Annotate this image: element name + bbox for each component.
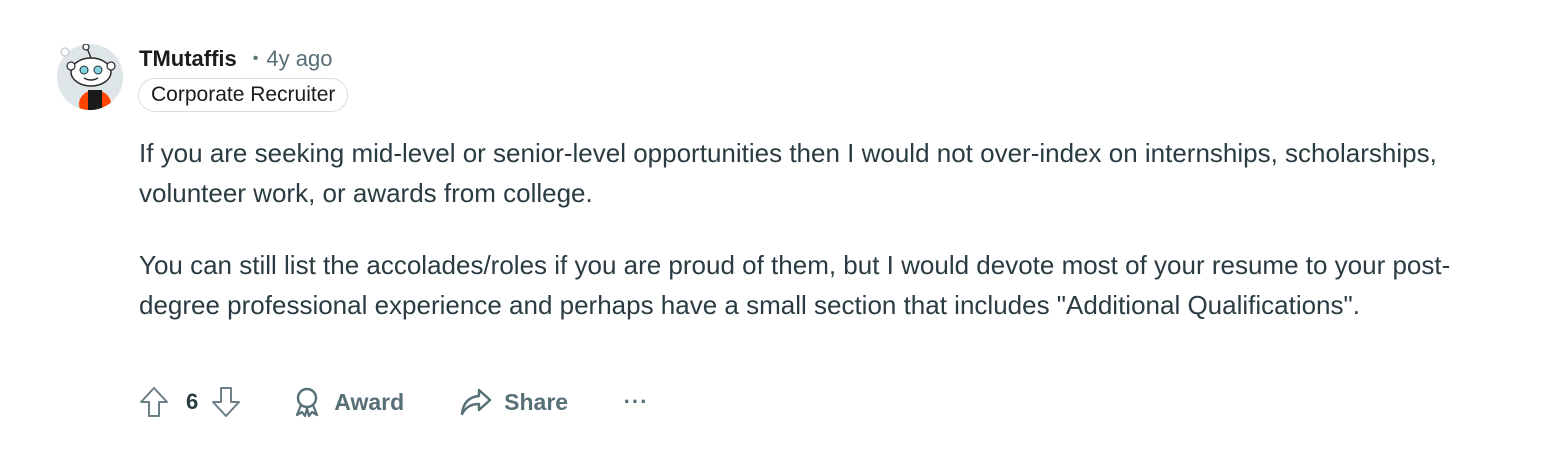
- share-label: Share: [504, 388, 569, 415]
- meta-separator: •: [252, 50, 259, 67]
- user-flair: Corporate Recruiter: [138, 78, 349, 112]
- comment-meta: TMutaffis • 4y ago: [139, 44, 332, 74]
- share-button[interactable]: Share: [460, 382, 568, 422]
- share-arrow-icon: [460, 388, 492, 416]
- comment-body: If you are seeking mid-level or senior-l…: [139, 133, 1509, 325]
- comment-paragraph: If you are seeking mid-level or senior-l…: [139, 138, 1437, 208]
- arrow-up-outline-icon: [140, 387, 168, 417]
- award-label: Award: [334, 388, 405, 415]
- upvote-button[interactable]: [136, 382, 172, 422]
- comment: TMutaffis • 4y ago Corporate Recruiter I…: [0, 0, 1558, 462]
- comment-action-bar: 6 Award Share ···: [136, 382, 648, 422]
- more-options-icon: ···: [623, 389, 649, 414]
- snoo-avatar-icon: [57, 43, 123, 110]
- username-link[interactable]: TMutaffis: [139, 46, 237, 72]
- award-ribbon-icon: [296, 387, 319, 418]
- award-button[interactable]: Award: [292, 382, 404, 422]
- downvote-button[interactable]: [208, 382, 244, 422]
- user-avatar[interactable]: [57, 43, 123, 110]
- more-options-button[interactable]: ···: [624, 382, 648, 422]
- comment-paragraph: You can still list the accolades/roles i…: [139, 250, 1451, 320]
- arrow-down-outline-icon: [212, 387, 241, 417]
- vote-score: 6: [186, 389, 199, 414]
- comment-timestamp[interactable]: 4y ago: [266, 46, 332, 72]
